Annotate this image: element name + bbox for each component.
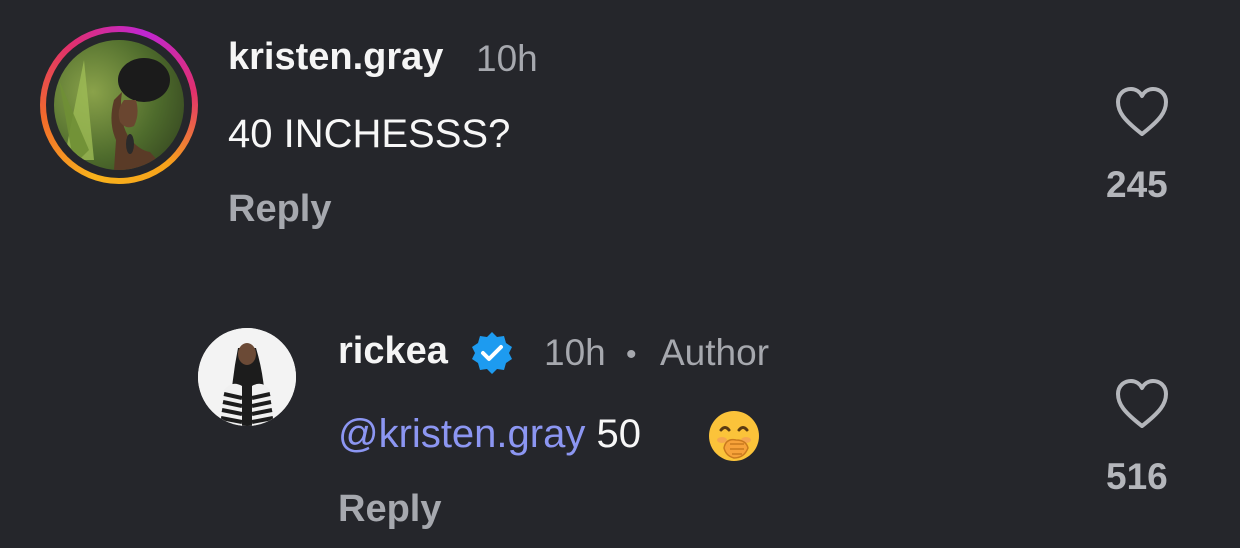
comment-username[interactable]: kristen.gray xyxy=(228,36,443,79)
heart-icon[interactable] xyxy=(1114,86,1170,138)
comment-username[interactable]: rickea xyxy=(338,330,448,373)
heart-icon[interactable] xyxy=(1114,378,1170,430)
reply-button[interactable]: Reply xyxy=(338,488,441,531)
mention-link[interactable]: @kristen.gray xyxy=(338,412,585,456)
comment-text: @kristen.gray 50 xyxy=(338,412,641,457)
hand-over-mouth-emoji-icon xyxy=(709,411,759,461)
like-count: 516 xyxy=(1106,456,1168,497)
verified-badge-icon xyxy=(472,332,512,374)
comment-item: kristen.gray 10h 40 INCHESSS? Reply 245 xyxy=(0,0,1240,270)
avatar-image xyxy=(54,40,184,170)
avatar[interactable] xyxy=(198,328,296,426)
comment-text: 40 INCHESSS? xyxy=(228,112,511,156)
separator-dot: • xyxy=(626,338,637,371)
like-count: 245 xyxy=(1106,164,1168,205)
comment-timestamp: 10h xyxy=(544,332,606,373)
reply-button[interactable]: Reply xyxy=(228,188,331,231)
avatar[interactable] xyxy=(40,26,198,184)
comment-reply-item: rickea 10h • Author @kristen.gray 50 Rep… xyxy=(0,300,1240,548)
comment-timestamp: 10h xyxy=(476,38,538,79)
comment-body: 50 xyxy=(596,412,641,456)
author-label: Author xyxy=(660,332,770,373)
